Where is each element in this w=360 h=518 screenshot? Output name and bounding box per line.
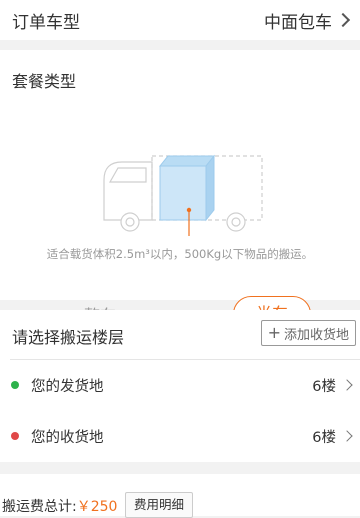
order-vehicle-row[interactable]: 订单车型 中面包车 (0, 0, 360, 40)
chevron-right-icon (341, 430, 353, 442)
order-vehicle-value: 中面包车 (264, 12, 332, 33)
destination-floor-value: 6楼 (312, 429, 336, 446)
truck-load-illustration (103, 154, 263, 236)
floor-title: 请选择搬运楼层 (12, 328, 125, 347)
destination-label: 您的收货地 (31, 429, 104, 446)
order-vehicle-label: 订单车型 (12, 12, 80, 33)
divider (10, 359, 360, 360)
package-section: 套餐类型 适合载货体积2.5m³以内，500Kg以下物品的搬运。 整车 半车 (0, 50, 360, 332)
fee-total-value: ￥250 (76, 499, 118, 515)
destination-row[interactable]: 您的收货地 6楼 (0, 421, 360, 451)
origin-floor-value: 6楼 (312, 378, 336, 395)
add-destination-label: 添加收货地 (283, 327, 349, 343)
chevron-right-icon (335, 12, 351, 28)
package-title: 套餐类型 (12, 72, 77, 91)
fee-total: 搬运费总计:￥250 (2, 496, 117, 516)
fee-bar: 搬运费总计:￥250 费用明细 (0, 474, 360, 518)
plus-icon: + (267, 323, 281, 342)
fee-total-label: 搬运费总计: (2, 499, 77, 515)
green-dot-icon (11, 381, 19, 389)
package-description: 适合载货体积2.5m³以内，500Kg以下物品的搬运。 (46, 247, 314, 261)
origin-label: 您的发货地 (31, 378, 104, 395)
fee-detail-button[interactable]: 费用明细 (125, 492, 194, 518)
origin-row[interactable]: 您的发货地 6楼 (0, 370, 360, 400)
order-vehicle-value-wrap[interactable]: 中面包车 (264, 8, 351, 33)
chevron-right-icon (341, 379, 353, 391)
red-dot-icon (11, 432, 19, 440)
floor-section: 请选择搬运楼层 + 添加收货地 您的发货地 6楼 您的收货地 6楼 (0, 310, 360, 462)
add-destination-button[interactable]: + 添加收货地 (260, 320, 356, 346)
